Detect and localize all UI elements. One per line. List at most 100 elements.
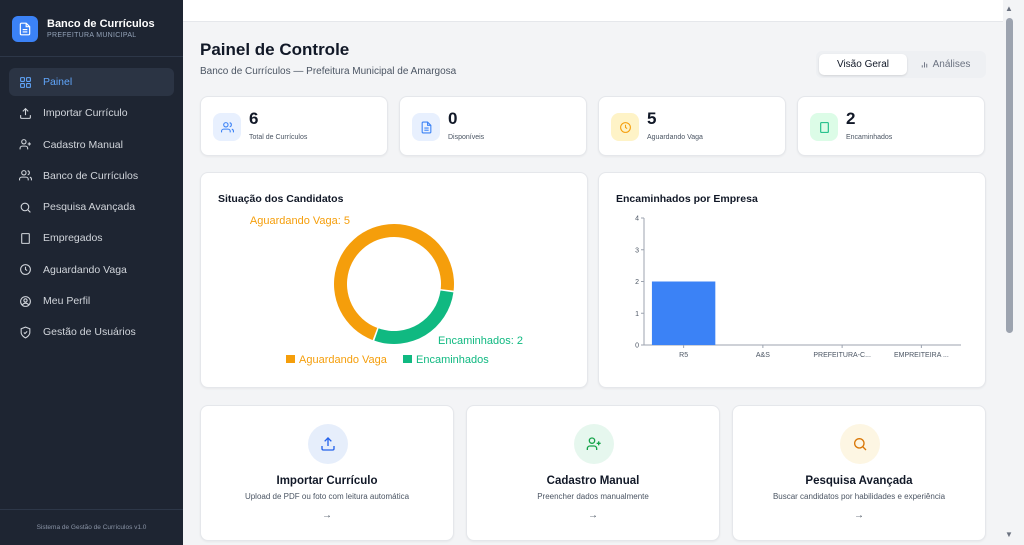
stat-label: Disponíveis <box>448 134 485 141</box>
x-tick-label: A&S <box>756 352 770 359</box>
arrow-right-icon: → <box>322 510 332 521</box>
stat-label: Aguardando Vaga <box>647 134 703 141</box>
action-title: Pesquisa Avançada <box>805 475 913 487</box>
scrollbar-thumb[interactable] <box>1006 18 1013 333</box>
stat-card-aguardando: 5 Aguardando Vaga <box>598 96 786 156</box>
sidebar-footer-divider <box>0 509 183 510</box>
action-card-pesquisa[interactable]: Pesquisa Avançada Buscar candidatos por … <box>732 405 986 541</box>
upload-icon <box>18 106 32 120</box>
sidebar-item-label: Aguardando Vaga <box>43 263 127 276</box>
document-icon <box>12 16 38 42</box>
sidebar-item-label: Empregados <box>43 232 103 245</box>
building-icon <box>810 113 838 141</box>
x-tick-label: R5 <box>679 352 688 359</box>
tab-label: Análises <box>932 59 971 70</box>
stat-label: Total de Currículos <box>249 134 308 141</box>
user-circle-icon <box>18 294 32 308</box>
users-icon <box>18 169 32 183</box>
sidebar-item-cadastro-manual[interactable]: Cadastro Manual <box>9 131 174 159</box>
sidebar-item-painel[interactable]: Painel <box>9 68 174 96</box>
y-tick-label: 2 <box>635 279 639 286</box>
action-description: Buscar candidatos por habilidades e expe… <box>772 492 946 501</box>
search-icon <box>18 200 32 214</box>
sidebar-item-label: Meu Perfil <box>43 295 91 308</box>
arrow-right-icon: → <box>854 510 864 521</box>
sidebar-item-importar-curriculo[interactable]: Importar Currículo <box>9 99 174 127</box>
page-title: Painel de Controle <box>200 40 350 59</box>
sidebar-nav: Painel Importar Currículo Cadastro Manua… <box>9 68 174 350</box>
stat-card-encaminhados: 2 Encaminhados <box>797 96 985 156</box>
y-tick-label: 1 <box>635 311 639 318</box>
bar-chart: 0 1 2 3 4 R5 A&S PREFEITURA-C... EMPREITEIRA ... <box>635 216 961 359</box>
bar[interactable] <box>651 281 716 346</box>
tab-visao-geral[interactable]: Visão Geral <box>819 54 907 75</box>
sidebar: Banco de Currículos PREFEITURA MUNICIPAL… <box>0 0 183 545</box>
y-tick-label: 0 <box>635 343 639 350</box>
slice-label: Encaminhados: 2 <box>438 335 523 347</box>
action-title: Importar Currículo <box>276 475 378 487</box>
donut-chart: Aguardando Vaga: 5 Encaminhados: 2 Aguarda… <box>250 215 523 366</box>
bar-chart-icon <box>920 60 929 69</box>
action-card-cadastro[interactable]: Cadastro Manual Preencher dados manualme… <box>466 405 720 541</box>
scroll-up-icon[interactable]: ▲ <box>1005 4 1013 13</box>
sidebar-item-pesquisa-avancada[interactable]: Pesquisa Avançada <box>9 193 174 221</box>
legend-item: Aguardando Vaga <box>299 354 388 366</box>
sidebar-divider <box>0 56 183 57</box>
user-plus-icon <box>574 424 614 464</box>
sidebar-item-label: Gestão de Usuários <box>43 326 136 339</box>
y-tick-label: 4 <box>635 216 639 223</box>
brand-subtitle: PREFEITURA MUNICIPAL <box>47 31 137 39</box>
scroll-down-icon[interactable]: ▼ <box>1005 530 1013 539</box>
brand-title: Banco de Currículos <box>47 17 155 30</box>
user-plus-icon <box>18 138 32 152</box>
sidebar-item-label: Pesquisa Avançada <box>43 201 136 214</box>
chart-panel-situacao: Situação dos Candidatos Aguardando Vaga:… <box>200 172 588 388</box>
action-description: Upload de PDF ou foto com leitura automá… <box>244 492 410 501</box>
grid-icon <box>18 75 32 89</box>
shield-icon <box>18 325 32 339</box>
users-icon <box>213 113 241 141</box>
stat-card-disponiveis: 0 Disponíveis <box>399 96 587 156</box>
view-tabs: Visão Geral Análises <box>816 51 986 78</box>
stat-value: 6 <box>249 109 259 128</box>
top-bar <box>183 0 1016 22</box>
clock-icon <box>611 113 639 141</box>
document-icon <box>412 113 440 141</box>
clock-icon <box>18 263 32 277</box>
y-tick-label: 3 <box>635 247 639 254</box>
search-icon <box>840 424 880 464</box>
brand[interactable]: Banco de Currículos PREFEITURA MUNICIPAL <box>12 16 155 42</box>
stat-value: 0 <box>448 109 458 128</box>
legend-swatch <box>286 355 295 363</box>
chart-panel-empresas: Encaminhados por Empresa 0 1 2 3 4 R5 A&S PREFE… <box>598 172 986 388</box>
slice-label: Aguardando Vaga: 5 <box>250 215 350 227</box>
tab-label: Visão Geral <box>836 59 890 70</box>
x-tick-label: PREFEITURA-C... <box>813 352 871 359</box>
tab-analises[interactable]: Análises <box>907 54 983 75</box>
sidebar-item-label: Importar Currículo <box>43 107 128 120</box>
sidebar-item-label: Cadastro Manual <box>43 138 123 151</box>
building-icon <box>18 231 32 245</box>
sidebar-item-banco-de-curriculos[interactable]: Banco de Currículos <box>9 162 174 190</box>
sidebar-item-label: Painel <box>43 76 73 88</box>
action-card-importar[interactable]: Importar Currículo Upload de PDF ou foto… <box>200 405 454 541</box>
stat-label: Encaminhados <box>846 134 893 141</box>
page-subtitle: Banco de Currículos — Prefeitura Municip… <box>200 66 457 77</box>
stat-value: 5 <box>647 109 657 128</box>
sidebar-footer: Sistema de Gestão de Currículos v1.0 <box>36 524 147 531</box>
action-title: Cadastro Manual <box>546 475 640 487</box>
arrow-right-icon: → <box>588 510 598 521</box>
upload-icon <box>308 424 348 464</box>
stat-value: 2 <box>846 109 856 128</box>
stat-card-total: 6 Total de Currículos <box>200 96 388 156</box>
sidebar-item-label: Banco de Currículos <box>43 169 139 182</box>
app-window: Banco de Currículos PREFEITURA MUNICIPAL… <box>0 0 1024 545</box>
legend-item: Encaminhados <box>416 354 489 366</box>
x-tick-label: EMPREITEIRA ... <box>894 352 949 359</box>
sidebar-item-empregados[interactable]: Empregados <box>9 224 174 252</box>
sidebar-item-aguardando-vaga[interactable]: Aguardando Vaga <box>9 256 174 284</box>
action-description: Preencher dados manualmente <box>537 492 649 501</box>
sidebar-item-gestao-de-usuarios[interactable]: Gestão de Usuários <box>9 318 174 346</box>
sidebar-item-meu-perfil[interactable]: Meu Perfil <box>9 287 174 315</box>
legend-swatch <box>403 355 412 363</box>
